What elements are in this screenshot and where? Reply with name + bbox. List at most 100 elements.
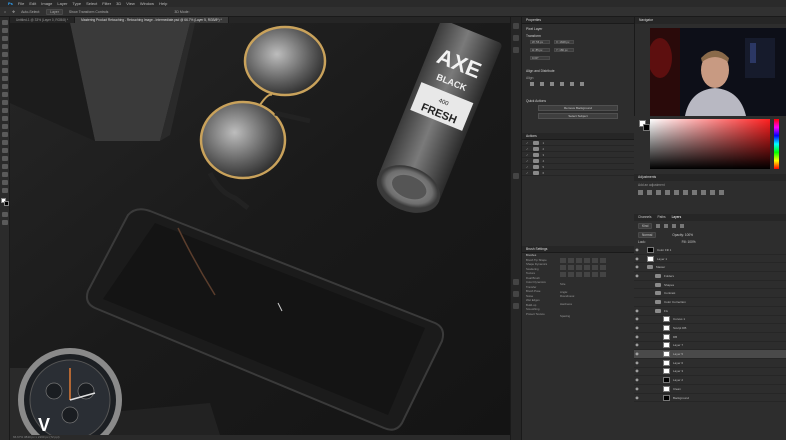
type-tool-icon[interactable] — [1, 148, 8, 153]
gradient-tool-icon[interactable] — [1, 116, 8, 121]
tab-paths[interactable]: Paths — [657, 214, 665, 221]
layer-row[interactable]: ◉ Layer 1 — [634, 255, 786, 264]
menu-view[interactable]: View — [126, 0, 135, 7]
screen-mode-icon[interactable] — [1, 220, 8, 225]
menu-help[interactable]: Help — [159, 0, 167, 7]
quick-select-tool-icon[interactable] — [1, 44, 8, 49]
properties-panel-icon[interactable] — [513, 35, 519, 41]
history-panel-icon[interactable] — [513, 23, 519, 29]
layer-row[interactable]: ◉ Curves 1 — [634, 316, 786, 325]
more-tools-icon[interactable] — [1, 188, 8, 193]
visibility-eye-icon[interactable]: ◉ — [634, 273, 640, 278]
history-brush-tool-icon[interactable] — [1, 100, 8, 105]
auto-select-label[interactable]: Auto-Select: — [21, 10, 40, 14]
visibility-eye-icon[interactable]: ◉ — [634, 256, 640, 261]
layer-row[interactable]: ◉ Layer 2 — [634, 376, 786, 385]
layer-row[interactable]: ◉ Layer 3 — [634, 368, 786, 377]
clone-source-icon[interactable] — [513, 303, 519, 309]
angle-field[interactable]: 0.00° — [530, 56, 550, 60]
eraser-tool-icon[interactable] — [1, 108, 8, 113]
menu-type[interactable]: Type — [72, 0, 81, 7]
hue-sat-icon[interactable] — [683, 190, 688, 195]
opacity-field[interactable]: Opacity: 100% — [672, 233, 693, 237]
hand-tool-icon[interactable] — [1, 172, 8, 177]
menu-layer[interactable]: Layer — [57, 0, 67, 7]
brushes-panel-icon[interactable] — [513, 291, 519, 297]
rectangle-tool-icon[interactable] — [1, 164, 8, 169]
visibility-eye-icon[interactable]: ◉ — [634, 395, 640, 400]
frame-tool-icon[interactable] — [1, 60, 8, 65]
align-left-icon[interactable] — [530, 82, 534, 86]
marquee-tool-icon[interactable] — [1, 28, 8, 33]
background-color-swatch[interactable] — [4, 201, 9, 206]
menu-edit[interactable]: Edit — [29, 0, 36, 7]
align-middle-icon[interactable] — [570, 82, 574, 86]
visibility-eye-icon[interactable]: ◉ — [634, 352, 640, 356]
bw-icon[interactable] — [701, 190, 706, 195]
brush-option[interactable]: Protect Texture — [526, 312, 560, 317]
tab-channels[interactable]: Channels — [638, 214, 651, 221]
eyedropper-tool-icon[interactable] — [1, 68, 8, 73]
layer-row[interactable]: ◉ Layer 6 — [634, 359, 786, 368]
filter-pixel-icon[interactable] — [656, 224, 661, 228]
layer-row[interactable]: ◉ Background — [634, 394, 786, 403]
fill-field[interactable]: Fill: 100% — [682, 240, 696, 244]
width-field[interactable]: W: 56 px — [530, 40, 550, 44]
layer-row[interactable]: ◉ Layer 7 — [634, 342, 786, 351]
hue-slider[interactable] — [774, 119, 779, 169]
layer-row[interactable]: Contrast — [634, 289, 786, 299]
layer-row[interactable]: ◉ Master — [634, 263, 786, 273]
blend-mode-dropdown[interactable]: Normal — [638, 232, 657, 238]
visibility-eye-icon[interactable]: ◉ — [634, 360, 640, 365]
layer-row[interactable]: ◉ Layer 5 — [634, 350, 786, 359]
background-swatch[interactable] — [643, 124, 650, 131]
dodge-tool-icon[interactable] — [1, 132, 8, 137]
align-bottom-icon[interactable] — [580, 82, 584, 86]
lasso-tool-icon[interactable] — [1, 36, 8, 41]
align-right-icon[interactable] — [550, 82, 554, 86]
visibility-eye-icon[interactable]: ◉ — [634, 386, 640, 391]
photoshop-logo-icon[interactable]: Ps — [8, 1, 13, 6]
libraries-panel-icon[interactable] — [513, 47, 519, 53]
layer-row[interactable]: ◉ Fix — [634, 307, 786, 316]
quick-mask-icon[interactable] — [1, 212, 8, 217]
channel-mixer-icon[interactable] — [719, 190, 724, 195]
quick-actions-label[interactable]: Quick Actions — [522, 96, 634, 103]
color-field[interactable] — [650, 119, 770, 169]
filter-adjust-icon[interactable] — [664, 224, 669, 228]
menu-select[interactable]: Select — [86, 0, 97, 7]
select-subject-button[interactable]: Select Subject — [538, 113, 618, 119]
visibility-eye-icon[interactable] — [634, 300, 640, 304]
visibility-eye-icon[interactable]: ◉ — [634, 247, 640, 252]
pen-tool-icon[interactable] — [1, 140, 8, 145]
document-canvas[interactable]: AXE BLACK 400 FRESH V — [10, 23, 510, 435]
brush-panel-icon[interactable] — [513, 279, 519, 285]
brush-tool-icon[interactable] — [1, 84, 8, 89]
blur-tool-icon[interactable] — [1, 124, 8, 129]
visibility-eye-icon[interactable]: ◉ — [634, 308, 640, 313]
actions-panel-icon[interactable] — [513, 173, 519, 179]
menu-file[interactable]: File — [18, 0, 24, 7]
vibrance-icon[interactable] — [674, 190, 679, 195]
brush-tip-grid[interactable] — [560, 258, 634, 277]
levels-icon[interactable] — [647, 190, 652, 195]
tab-layers[interactable]: Layers — [672, 214, 682, 221]
auto-select-dropdown[interactable]: Layer — [46, 8, 63, 15]
layer-filter-kind[interactable]: Kind — [638, 223, 653, 229]
home-icon[interactable]: ⌂ — [4, 10, 6, 14]
move-tool-icon[interactable]: ✥ — [12, 10, 15, 14]
menu-image[interactable]: Image — [41, 0, 52, 7]
layer-row[interactable]: ◉ Folders — [634, 272, 786, 281]
layer-row[interactable]: ◉ DB — [634, 333, 786, 342]
layer-row[interactable]: Shapes — [634, 281, 786, 290]
height-field[interactable]: H: 85 px — [530, 48, 550, 52]
x-field[interactable]: X: 1848 px — [554, 40, 574, 44]
clone-stamp-tool-icon[interactable] — [1, 92, 8, 97]
transform-controls-checkbox[interactable]: Show Transform Controls — [69, 10, 109, 14]
align-section-label[interactable]: Align and Distribute — [522, 66, 634, 73]
photo-filter-icon[interactable] — [710, 190, 715, 195]
visibility-eye-icon[interactable]: ◉ — [634, 369, 640, 373]
healing-brush-tool-icon[interactable] — [1, 76, 8, 81]
align-top-icon[interactable] — [560, 82, 564, 86]
visibility-eye-icon[interactable]: ◉ — [634, 343, 640, 347]
